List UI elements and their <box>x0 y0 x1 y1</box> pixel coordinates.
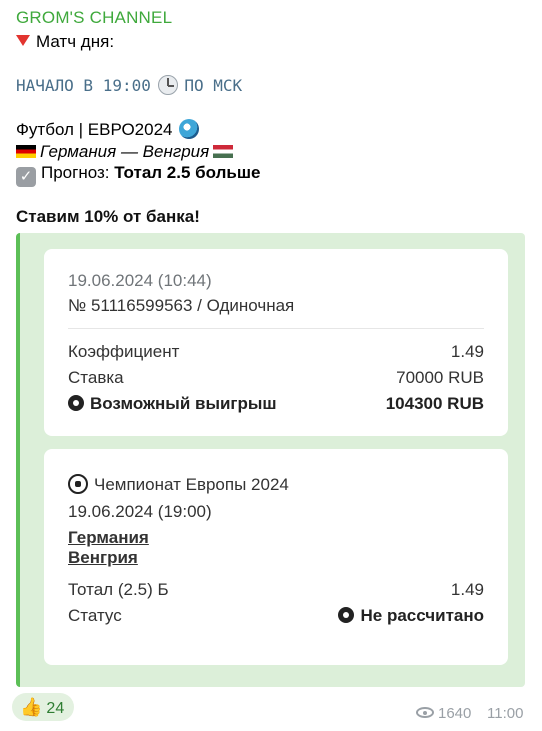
checkmark-icon: ✓ <box>16 167 36 187</box>
status-label: Статус <box>68 606 122 625</box>
team2-link[interactable]: Венгрия <box>68 548 138 568</box>
prediction-row: ✓ Прогноз: Тотал 2.5 больше <box>16 163 261 187</box>
sport-row: Футбол | ЕВРО2024 <box>16 119 200 140</box>
teams-line: Германия — Венгрия <box>40 142 210 161</box>
record-dot-icon <box>338 607 355 623</box>
headline: Матч дня: <box>36 32 115 51</box>
divider <box>68 328 484 329</box>
possible-win-label: Возможный выигрыш <box>90 394 277 413</box>
reaction-thumbs-up[interactable]: 👍 24 <box>12 693 75 721</box>
clock-icon <box>157 75 178 95</box>
market-odds: 1.49 <box>450 580 484 599</box>
teams-row: Германия — Венгрия <box>16 142 234 162</box>
start-time-row: НАЧАЛО В 19:00 ПО МСК <box>16 75 242 96</box>
reaction-count: 24 <box>46 700 65 717</box>
bet-embed[interactable]: 19.06.2024 (10:44) № 51116599563 / Одино… <box>16 233 525 687</box>
team1-link[interactable]: Германия <box>68 528 149 548</box>
euro-cup-icon <box>179 119 200 139</box>
eye-icon <box>416 707 434 718</box>
tournament-row: Чемпионат Европы 2024 <box>68 474 289 495</box>
sport-line: Футбол | ЕВРО2024 <box>16 120 173 139</box>
thumbs-up-icon: 👍 <box>20 697 43 717</box>
stake-value: 70000 RUB <box>396 368 484 387</box>
bet-slip-card: 19.06.2024 (10:44) № 51116599563 / Одино… <box>44 249 508 436</box>
prediction-value: Тотал 2.5 больше <box>114 163 261 182</box>
start-time-suffix: ПО МСК <box>184 76 243 95</box>
stake-note: Ставим 10% от банка! <box>16 207 200 226</box>
event-card: Чемпионат Европы 2024 19.06.2024 (19:00)… <box>44 449 508 665</box>
possible-win-value: 104300 RUB <box>385 394 484 413</box>
prediction-label: Прогноз: <box>41 163 115 182</box>
message-bubble: GROM'S CHANNEL Матч дня: НАЧАЛО В 19:00 … <box>0 0 542 731</box>
channel-name[interactable]: GROM'S CHANNEL <box>16 8 172 28</box>
views-count: 1640 <box>438 705 472 722</box>
views-row: 1640 <box>416 705 471 722</box>
soccer-ball-icon <box>68 474 88 494</box>
hungary-flag-icon <box>213 145 234 158</box>
possible-win-row: Возможный выигрыш <box>68 394 277 414</box>
market-label: Тотал (2.5) Б <box>68 580 169 599</box>
ticket-number: № 51116599563 / Одиночная <box>68 296 295 315</box>
start-time-text: НАЧАЛО В 19:00 <box>16 76 151 95</box>
event-datetime: 19.06.2024 (19:00) <box>68 502 212 521</box>
status-row: Не рассчитано <box>338 606 484 626</box>
odds-label: Коэффициент <box>68 342 180 361</box>
post-time: 11:00 <box>487 705 524 722</box>
headline-row: Матч дня: <box>16 32 114 52</box>
tournament-name: Чемпионат Европы 2024 <box>94 475 289 494</box>
record-dot-icon <box>68 395 84 411</box>
odds-value: 1.49 <box>450 342 484 361</box>
red-triangle-icon <box>16 35 30 46</box>
bet-datetime: 19.06.2024 (10:44) <box>68 271 212 290</box>
status-value: Не рассчитано <box>360 606 484 625</box>
germany-flag-icon <box>16 145 36 158</box>
stake-label: Ставка <box>68 368 124 387</box>
